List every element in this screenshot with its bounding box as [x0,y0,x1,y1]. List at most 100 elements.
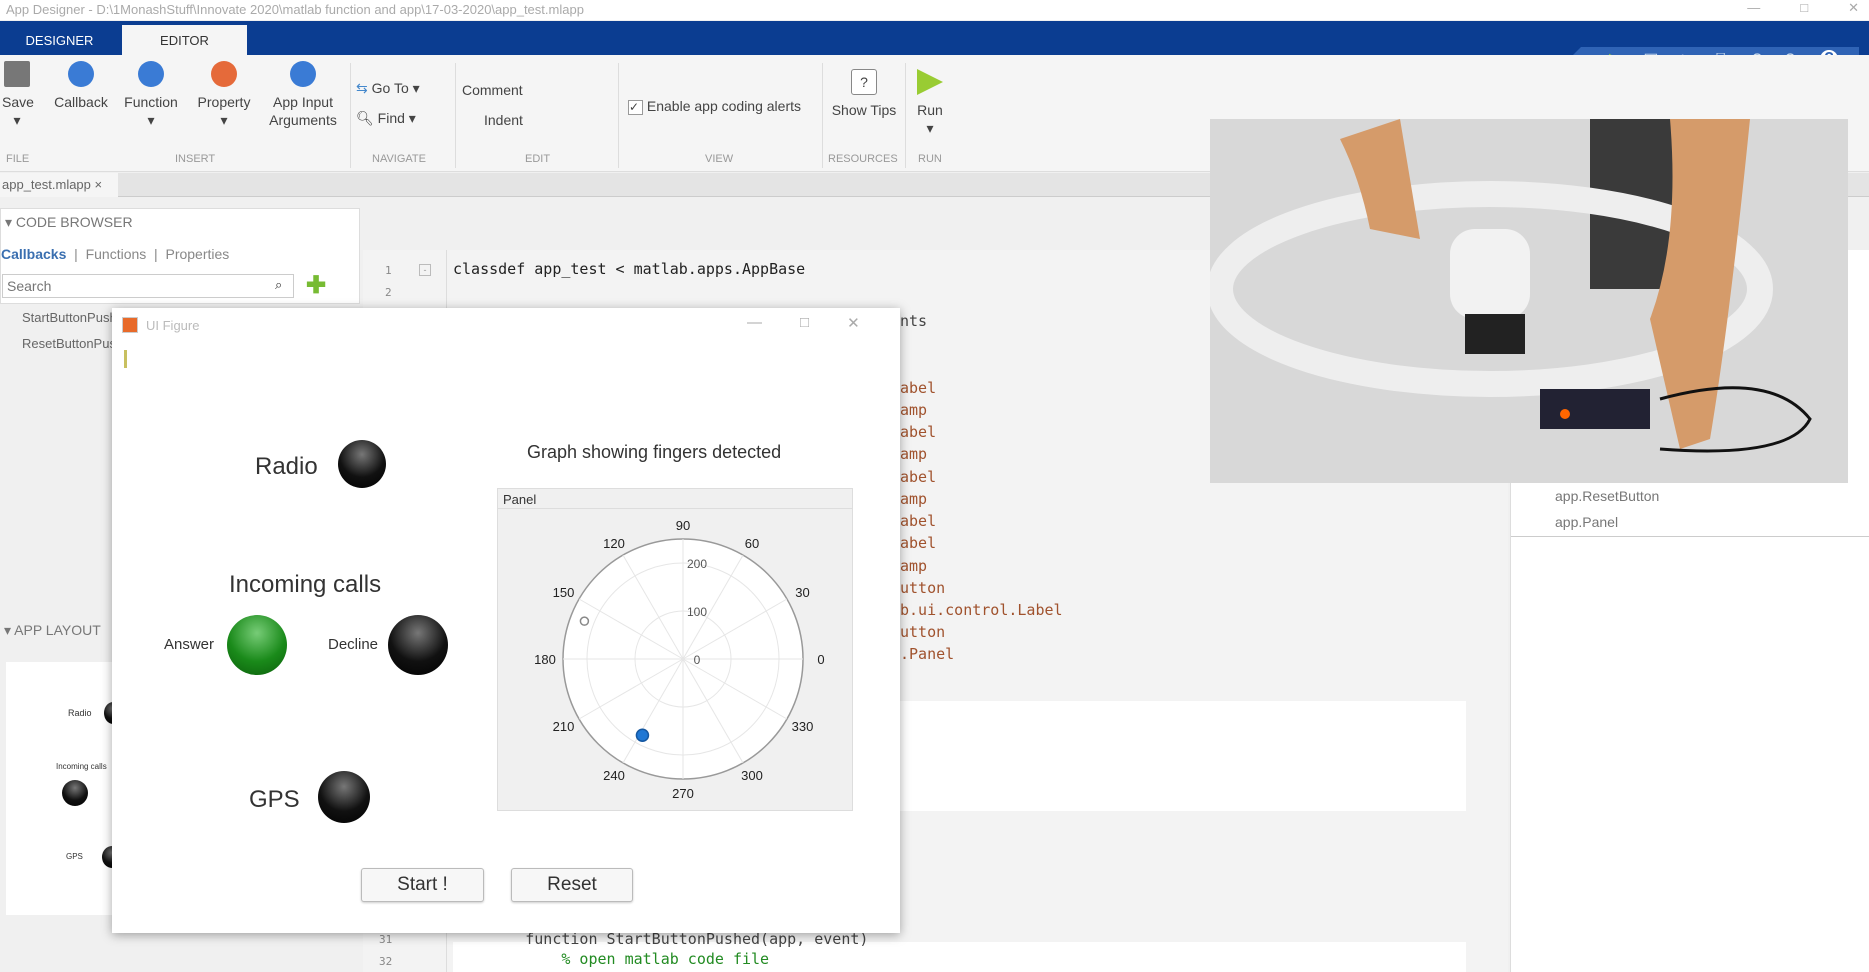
figure-title: UI Figure [146,318,200,333]
minimize-icon[interactable]: — [1747,0,1760,16]
callback-button[interactable]: Callback [50,61,112,111]
close-icon[interactable]: ✕ [847,314,860,332]
checkbox-checked-icon: ✓ [628,100,643,115]
theta-tick-label: 150 [553,585,575,600]
tab-editor[interactable]: EDITOR [122,25,247,55]
comment-button[interactable]: Comment [462,81,523,99]
group-edit: EDIT [525,153,551,165]
app-layout-title-text: APP LAYOUT [14,622,101,638]
arguments-label: Arguments [269,112,337,128]
minimize-icon[interactable]: — [747,314,762,332]
toolstrip-tabs: DESIGNER EDITOR ▶▣✂⧉↶↷? [0,21,1869,71]
code-line-fragment: amp [900,557,928,575]
file-tab[interactable]: app_test.mlapp × [0,173,118,197]
maximize-icon[interactable]: □ [800,314,809,332]
search-input[interactable] [2,274,294,298]
component-item[interactable]: app.Panel [1555,514,1618,530]
graph-title: Graph showing fingers detected [527,442,782,462]
decline-label: Decline [328,636,379,653]
code-line-fragment: abel [900,468,937,486]
r-tick-label: 200 [687,557,707,571]
collapse-icon[interactable]: - [419,264,431,276]
text-cursor [124,350,127,368]
app-input-label: App Input [273,94,333,110]
file-tab-label: app_test.mlapp [2,177,91,192]
search-icon: 🔍︎ [356,110,374,126]
answer-lamp [227,615,287,675]
tab-properties[interactable]: Properties [165,246,229,262]
close-icon[interactable]: × [95,177,103,192]
reset-button[interactable]: Reset [511,868,633,902]
code-line-fragment: b.ui.control.Label [900,601,1063,619]
line-number: 32 [379,955,393,968]
maximize-icon[interactable]: □ [1800,0,1808,16]
radio-lamp [338,440,386,488]
incoming-calls-label: Incoming calls [229,571,382,598]
tab-designer[interactable]: DESIGNER [0,25,119,55]
video-frame-image [1210,119,1848,483]
video-overlay [1210,119,1848,483]
callback-label: Callback [54,94,108,110]
code-line-fragment: abel [900,534,937,552]
theta-tick-label: 120 [603,536,625,551]
code-line-fragment: amp [900,401,928,419]
answer-label: Answer [164,636,215,653]
find-button[interactable]: 🔍︎ Find ▾ [356,109,416,127]
tab-functions[interactable]: Functions [86,246,147,262]
ui-figure-window: UI Figure — □ ✕ Radio Incoming calls Answe… [112,308,900,933]
group-insert: INSERT [175,153,216,165]
goto-icon: ⇆ [356,80,368,96]
window-controls: — □ ✕ [1747,0,1859,16]
search-icon: ⌕ [275,277,283,292]
code-line-fragment: abel [900,379,937,397]
help-icon: ? [851,69,877,95]
code-line-fragment: abel [900,423,937,441]
theta-tick-label: 0 [817,652,824,667]
component-item[interactable]: app.ResetButton [1555,488,1659,504]
run-label: Run [917,102,943,118]
code-line-fragment: utton [900,623,946,641]
run-icon [917,69,943,95]
thumb-incoming-label: Incoming calls [56,762,107,771]
code-line: classdef app_test < matlab.apps.AppBase [453,260,806,278]
property-icon [211,61,237,87]
close-icon[interactable]: ✕ [1848,0,1859,16]
panel: Panel 0 30 60 90 120 150 180 210 240 270 300 330 0 10… [497,488,853,811]
code-line-fragment: amp [900,490,928,508]
line-number: 1 [385,264,392,277]
run-button[interactable]: Run ▾ [912,69,948,137]
polar-plot: 0 30 60 90 120 150 180 210 240 270 300 330 0 100 200 [534,518,824,801]
r-tick-label: 0 [694,653,701,667]
code-line: % open matlab code file [453,950,770,968]
group-navigate: NAVIGATE [372,153,426,165]
enable-alerts-checkbox[interactable]: ✓ Enable app coding alerts [628,97,801,115]
goto-button[interactable]: ⇆ Go To ▾ [356,79,420,97]
show-tips-label: Show Tips [831,102,897,118]
theta-tick-label: 240 [603,768,625,783]
info-icon [290,61,316,87]
add-callback-icon[interactable]: ✚ [306,271,326,300]
theta-tick-label: 210 [553,719,575,734]
matlab-figure-icon [122,317,138,333]
save-label: Save [2,94,34,110]
line-number: 2 [385,286,392,299]
indent-button[interactable]: Indent [484,111,523,129]
show-tips-button[interactable]: ? Show Tips [828,69,900,119]
save-button[interactable]: Save ▾ [2,61,34,129]
find-label: Find [377,110,405,126]
code-line-fragment: utton [900,579,946,597]
tab-callbacks[interactable]: Callbacks [1,246,66,262]
group-file: FILE [6,153,30,165]
property-button[interactable]: Property ▾ [192,61,256,129]
start-button[interactable]: Start ! [361,868,484,902]
line-number: 31 [379,933,393,946]
panel-title: Panel [498,489,852,509]
r-tick-label: 100 [687,605,707,619]
radio-label: Radio [255,453,318,480]
app-layout-thumbnail[interactable]: Radio Incoming calls GPS [6,662,122,915]
function-button[interactable]: Function ▾ [120,61,182,129]
theta-tick-label: 90 [676,518,690,533]
group-view: VIEW [705,153,734,165]
app-input-arguments-button[interactable]: App Input Arguments [262,61,344,129]
group-resources: RESOURCES [828,153,898,165]
